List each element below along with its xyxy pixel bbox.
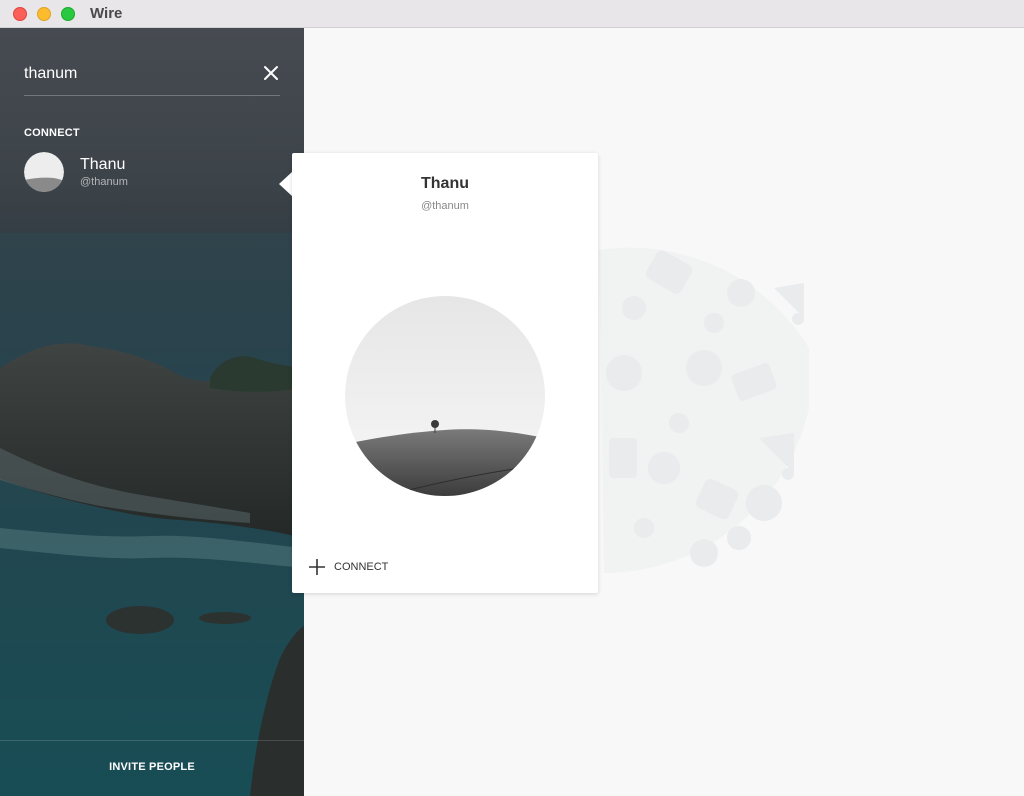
close-icon[interactable] — [262, 64, 280, 82]
title-bar: Wire — [0, 0, 1024, 28]
search-bar — [24, 56, 280, 96]
popover-arrow — [279, 172, 292, 196]
window-minimize-button[interactable] — [37, 7, 51, 21]
search-result-item[interactable]: Thanu @thanum — [24, 152, 284, 194]
sidebar: CONNECT Thanu @thanum INVITE PEOPLE — [0, 28, 304, 796]
result-name: Thanu — [80, 156, 126, 173]
window-title: Wire — [90, 5, 123, 22]
invite-people-button[interactable]: INVITE PEOPLE — [0, 761, 304, 773]
connect-label: CONNECT — [334, 561, 389, 573]
result-handle: @thanum — [80, 176, 128, 188]
connect-section-label: CONNECT — [24, 127, 80, 139]
footer-divider — [0, 740, 304, 741]
avatar — [24, 152, 64, 192]
profile-name: Thanu — [421, 175, 469, 192]
window-maximize-button[interactable] — [61, 7, 75, 21]
profile-photo — [345, 296, 545, 496]
plus-icon — [309, 559, 325, 575]
window-close-button[interactable] — [13, 7, 27, 21]
profile-handle: @thanum — [421, 200, 469, 212]
search-input[interactable] — [24, 62, 244, 86]
sidebar-background-image — [0, 233, 304, 796]
profile-card: Thanu @thanum CONNECT — [292, 153, 598, 593]
